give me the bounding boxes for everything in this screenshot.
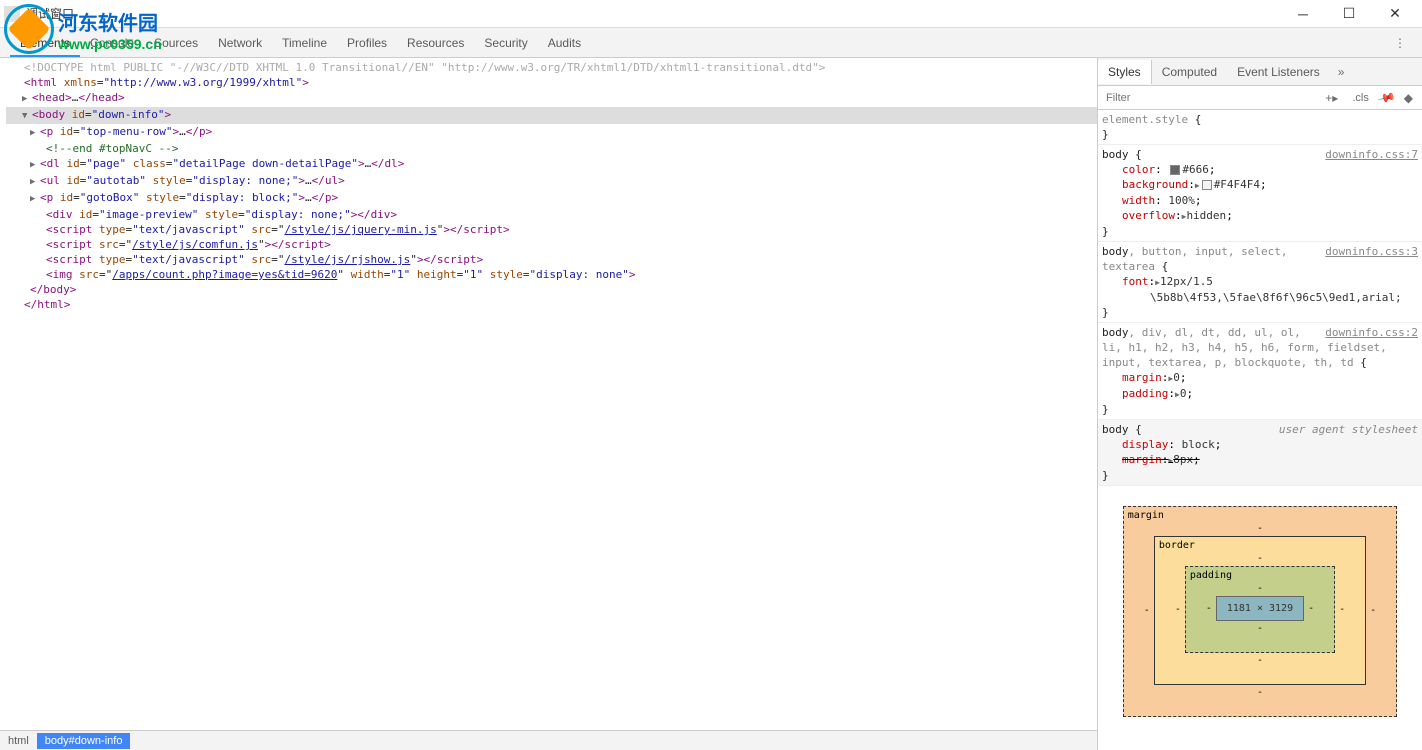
style-rule: downinfo.css:2 body, div, dl, dt, dd, ul… (1098, 323, 1422, 420)
source-link[interactable]: downinfo.css:2 (1325, 325, 1418, 340)
settings-icon[interactable]: ⋮ (1386, 32, 1414, 54)
pin-icon[interactable]: 📌 (1374, 91, 1399, 105)
collapse-arrow-icon[interactable] (22, 109, 32, 124)
expand-arrow-icon[interactable] (22, 92, 32, 107)
breadcrumb-body[interactable]: body#down-info (37, 733, 131, 749)
expand-arrow-icon[interactable] (30, 126, 40, 141)
app-icon (4, 6, 20, 22)
tab-network[interactable]: Network (208, 30, 272, 56)
styles-tabbar: Styles Computed Event Listeners » (1098, 58, 1422, 86)
dom-tree[interactable]: <!DOCTYPE html PUBLIC "-//W3C//DTD XHTML… (0, 58, 1097, 730)
doctype-node: <!DOCTYPE html PUBLIC "-//W3C//DTD XHTML… (24, 61, 825, 74)
style-rule: downinfo.css:7 body { color: #666; backg… (1098, 145, 1422, 242)
minimize-button[interactable]: ─ (1280, 0, 1326, 28)
tab-elements[interactable]: Elements (10, 30, 80, 56)
style-rule-ua: user agent stylesheet body { display: bl… (1098, 420, 1422, 486)
box-model-metrics: margin - - border - - padding - (1098, 486, 1422, 737)
expand-arrow-icon[interactable] (30, 192, 40, 207)
comment-node: <!--end #topNavC --> (46, 142, 178, 155)
color-swatch[interactable] (1202, 180, 1212, 190)
tab-timeline[interactable]: Timeline (272, 30, 337, 56)
tab-profiles[interactable]: Profiles (337, 30, 397, 56)
tab-security[interactable]: Security (474, 30, 537, 56)
script-src-link[interactable]: /style/js/jquery-min.js (284, 223, 436, 236)
expand-arrow-icon[interactable] (30, 175, 40, 190)
img-src-link[interactable]: /apps/count.php?image=yes&tid=9620 (112, 268, 337, 281)
selected-node: <body id="down-info"> (6, 107, 1097, 124)
tab-resources[interactable]: Resources (397, 30, 474, 56)
breadcrumb-html[interactable]: html (0, 733, 37, 749)
source-link[interactable]: downinfo.css:7 (1325, 147, 1418, 162)
color-swatch[interactable] (1170, 165, 1180, 175)
ua-stylesheet-label: user agent stylesheet (1279, 422, 1418, 437)
styles-tab-styles[interactable]: Styles (1098, 60, 1152, 84)
devtools-tabbar: Elements Console Sources Network Timelin… (0, 28, 1422, 58)
more-tabs-icon[interactable]: » (1330, 61, 1353, 83)
tab-console[interactable]: Console (80, 30, 144, 56)
window-title: 调试窗口 (26, 5, 74, 22)
maximize-button[interactable]: ☐ (1326, 0, 1372, 28)
tab-audits[interactable]: Audits (538, 30, 591, 56)
script-src-link[interactable]: /style/js/rjshow.js (284, 253, 410, 266)
diamond-icon[interactable]: ◆ (1399, 91, 1418, 105)
script-src-link[interactable]: /style/js/comfun.js (132, 238, 258, 251)
style-rule: downinfo.css:3 body, button, input, sele… (1098, 242, 1422, 323)
breadcrumbs: html body#down-info (0, 730, 1097, 750)
titlebar: 调试窗口 ─ ☐ ✕ (0, 0, 1422, 28)
style-rule: element.style { } (1098, 110, 1422, 145)
add-style-icon[interactable]: +▸ (1320, 91, 1343, 105)
expand-arrow-icon[interactable] (30, 158, 40, 173)
cls-toggle[interactable]: .cls (1347, 92, 1374, 104)
filter-input[interactable] (1102, 90, 1320, 106)
styles-tab-computed[interactable]: Computed (1152, 60, 1227, 84)
tab-sources[interactable]: Sources (144, 30, 208, 56)
metrics-content: 1181 × 3129 (1216, 596, 1304, 621)
close-button[interactable]: ✕ (1372, 0, 1418, 28)
source-link[interactable]: downinfo.css:3 (1325, 244, 1418, 259)
styles-tab-event[interactable]: Event Listeners (1227, 60, 1330, 84)
